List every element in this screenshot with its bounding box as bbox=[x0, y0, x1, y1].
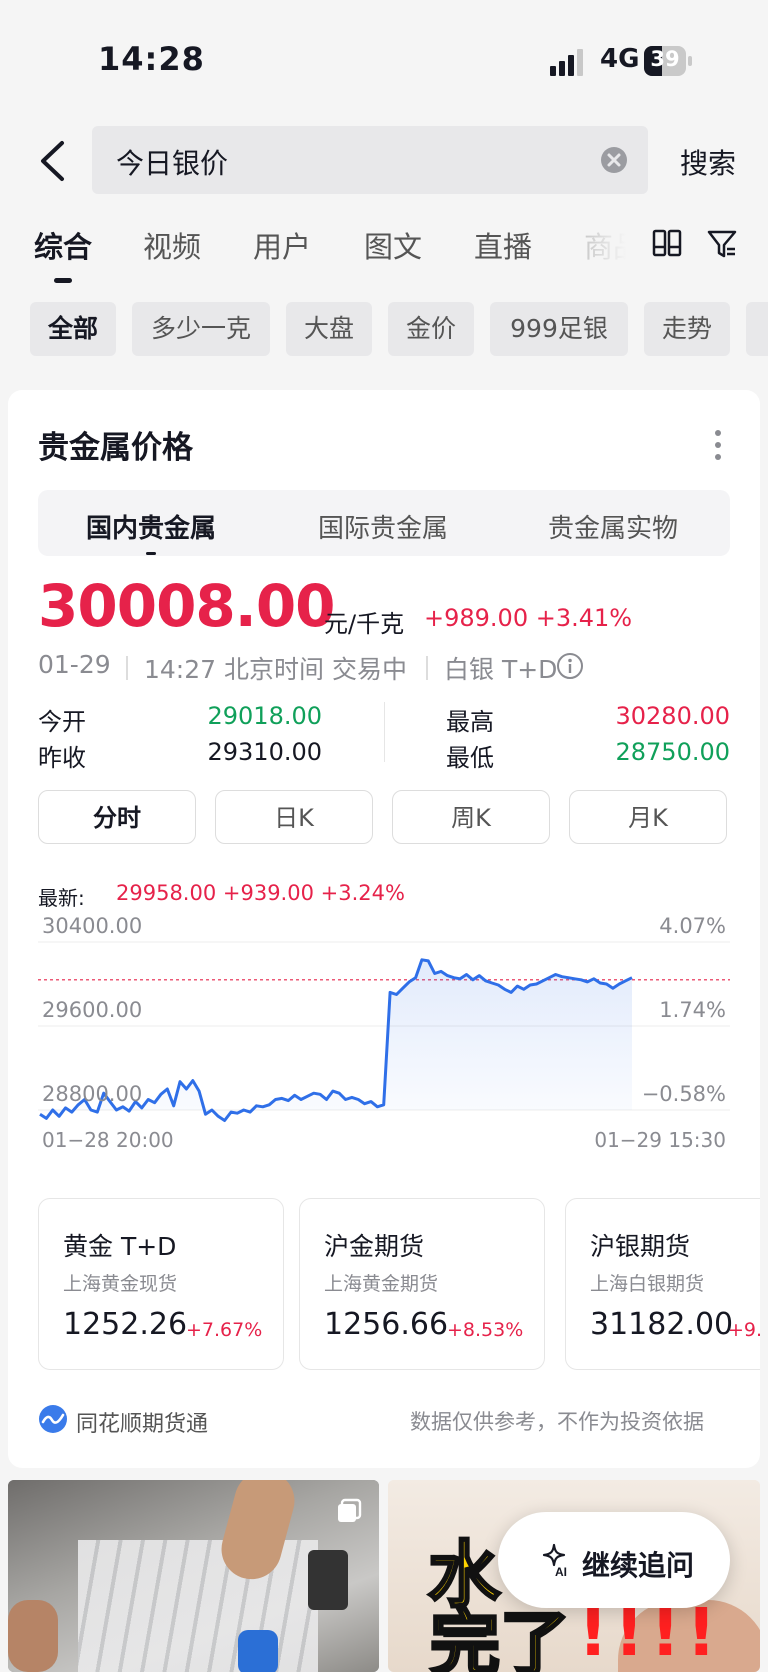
open-label: 今开 bbox=[38, 708, 86, 736]
current-price: 30008.00 bbox=[38, 572, 336, 640]
mini-card-change: +9. bbox=[728, 1319, 763, 1341]
price-change: +989.00 +3.41% bbox=[424, 604, 633, 632]
high-label: 最高 bbox=[446, 708, 494, 736]
y-axis-top-label: 30400.00 bbox=[42, 914, 142, 938]
open-value: 29018.00 bbox=[207, 702, 322, 730]
more-icon[interactable] bbox=[714, 428, 722, 462]
mini-card-price: 1256.66 bbox=[324, 1307, 449, 1342]
mini-card-price: 1252.26 bbox=[63, 1307, 188, 1342]
trade-date: 01-29 bbox=[38, 650, 111, 679]
mini-card-name: 沪银期货 bbox=[590, 1232, 691, 1261]
mini-card-sub: 上海黄金现货 bbox=[63, 1273, 178, 1295]
chip-all[interactable]: 全部 bbox=[30, 302, 116, 356]
tab-users[interactable]: 用户 bbox=[253, 224, 311, 266]
card-title: 贵金属价格 bbox=[38, 430, 193, 466]
stats-divider bbox=[384, 702, 385, 762]
chip-trend[interactable]: 走势 bbox=[644, 302, 730, 356]
ai-sparkle-icon: AI bbox=[542, 1543, 567, 1578]
latest-label: 最新: bbox=[38, 886, 85, 910]
x-axis-start-label: 01−28 20:00 bbox=[42, 1128, 174, 1150]
chip-overflow[interactable] bbox=[746, 302, 768, 356]
pct-bottom-label: −0.58% bbox=[642, 1082, 726, 1106]
ai-follow-up-label[interactable]: 继续追问 bbox=[582, 1544, 694, 1584]
segment-indicator bbox=[146, 552, 156, 555]
prev-close-value: 29310.00 bbox=[207, 738, 322, 766]
svg-text:AI: AI bbox=[555, 1565, 567, 1578]
low-value: 28750.00 bbox=[615, 738, 730, 766]
mini-card-change: +8.53% bbox=[447, 1319, 524, 1341]
mini-card-sh-silver-futures[interactable]: 沪银期货 上海白银期货 31182.00 +9. bbox=[565, 1198, 768, 1370]
mini-card-gold-td[interactable]: 黄金 T+D 上海黄金现货 1252.26 +7.67% bbox=[38, 1198, 284, 1370]
meta-separator bbox=[126, 656, 128, 680]
chip-gold-price[interactable]: 金价 bbox=[388, 302, 474, 356]
filter-icon[interactable] bbox=[706, 228, 738, 260]
scroll-edge bbox=[760, 1190, 768, 1380]
period-daily-k[interactable]: 日K bbox=[215, 790, 373, 844]
layout-toggle-icon[interactable] bbox=[652, 228, 682, 258]
contract-name: 白银 T+D bbox=[444, 655, 558, 684]
mini-card-name: 沪金期货 bbox=[324, 1232, 425, 1261]
tab-indicator bbox=[54, 278, 72, 283]
period-weekly-k[interactable]: 周K bbox=[392, 790, 550, 844]
low-label: 最低 bbox=[446, 744, 494, 772]
segment-physical[interactable]: 贵金属实物 bbox=[548, 508, 678, 545]
meta-separator bbox=[426, 656, 428, 680]
tab-live[interactable]: 直播 bbox=[474, 224, 532, 266]
disclaimer: 数据仅供参考，不作为投资依据 bbox=[410, 1410, 704, 1434]
info-icon[interactable] bbox=[556, 652, 584, 680]
mini-card-name: 黄金 T+D bbox=[63, 1232, 177, 1261]
data-source[interactable]: 同花顺期货通 bbox=[76, 1406, 208, 1438]
chip-999-silver[interactable]: 999足银 bbox=[490, 302, 628, 356]
mini-card-sub: 上海黄金期货 bbox=[324, 1273, 439, 1295]
tonghuashun-logo-icon bbox=[39, 1405, 67, 1433]
trade-time: 14:27 北京时间 交易中 bbox=[144, 655, 407, 684]
pct-mid-label: 1.74% bbox=[659, 998, 726, 1022]
chip-per-gram[interactable]: 多少一克 bbox=[132, 302, 270, 356]
tab-posts[interactable]: 图文 bbox=[364, 224, 422, 266]
mini-card-sh-gold-futures[interactable]: 沪金期货 上海黄金期货 1256.66 +8.53% bbox=[299, 1198, 545, 1370]
prev-close-label: 昨收 bbox=[38, 744, 86, 772]
segment-domestic[interactable]: 国内贵金属 bbox=[86, 508, 216, 545]
video-thumbnail-silver-bars[interactable] bbox=[8, 1480, 379, 1672]
period-monthly-k[interactable]: 月K bbox=[569, 790, 727, 844]
mini-card-change: +7.67% bbox=[186, 1319, 263, 1341]
mini-card-sub: 上海白银期货 bbox=[590, 1273, 705, 1295]
mini-card-price: 31182.00 bbox=[590, 1307, 734, 1342]
battery-icon: 39 bbox=[644, 46, 694, 76]
latest-value: 29958.00 +939.00 +3.24% bbox=[116, 881, 405, 905]
signal-icon bbox=[550, 49, 583, 76]
tab-video[interactable]: 视频 bbox=[143, 224, 201, 266]
status-time: 14:28 bbox=[98, 40, 205, 78]
chip-market[interactable]: 大盘 bbox=[286, 302, 372, 356]
pct-top-label: 4.07% bbox=[659, 914, 726, 938]
high-value: 30280.00 bbox=[615, 702, 730, 730]
tabs-fade-overlay bbox=[570, 215, 650, 275]
period-intraday[interactable]: 分时 bbox=[38, 790, 196, 844]
search-query[interactable]: 今日银价 bbox=[116, 142, 228, 182]
back-icon[interactable] bbox=[38, 140, 68, 182]
network-label: 4G bbox=[600, 44, 640, 74]
y-axis-bottom-label: 28800.00 bbox=[42, 1082, 142, 1106]
tab-comprehensive[interactable]: 综合 bbox=[34, 224, 92, 266]
x-axis-end-label: 01−29 15:30 bbox=[594, 1128, 726, 1150]
price-unit: 元/千克 bbox=[324, 610, 405, 638]
search-button[interactable]: 搜索 bbox=[680, 142, 736, 182]
y-axis-mid-label: 29600.00 bbox=[42, 998, 142, 1022]
battery-level: 39 bbox=[650, 47, 680, 71]
multi-image-icon bbox=[338, 1498, 362, 1522]
intraday-chart[interactable]: 30400.00 29600.00 28800.00 4.07% 1.74% −… bbox=[38, 910, 730, 1150]
clear-icon[interactable] bbox=[600, 146, 628, 174]
segment-international[interactable]: 国际贵金属 bbox=[318, 508, 448, 545]
